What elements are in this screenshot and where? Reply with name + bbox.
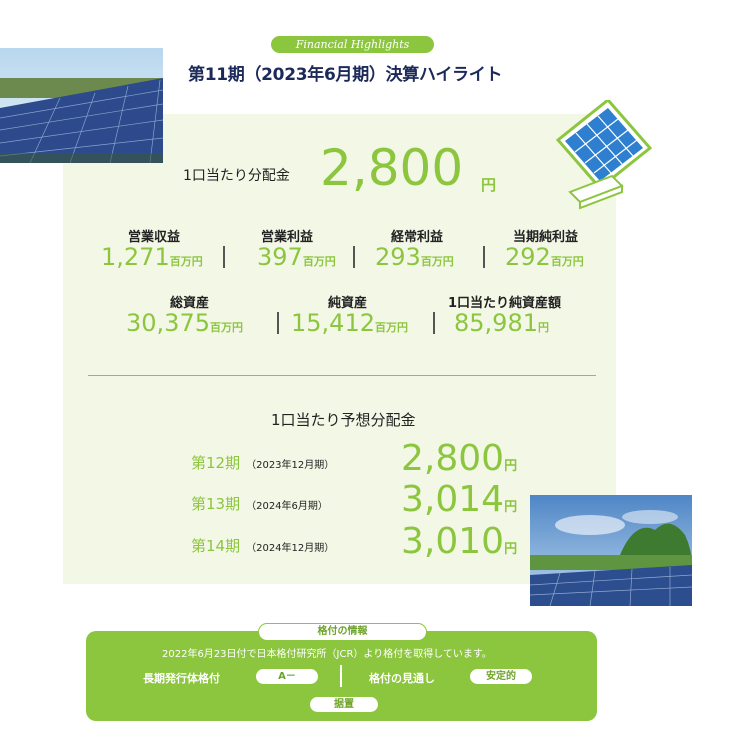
- forecast-period: 第12期: [191, 454, 241, 472]
- forecast-value: 2,800: [401, 438, 505, 479]
- forecast-row-12: 第12期 （2023年12月期）: [191, 452, 334, 473]
- rating-status: 据置: [310, 697, 378, 712]
- metric-value: 293: [375, 243, 421, 271]
- metric-net-income: 292百万円: [505, 243, 584, 271]
- metric-value: 30,375: [126, 309, 210, 337]
- distribution-label: 1口当たり分配金: [183, 168, 290, 184]
- divider: [353, 246, 355, 268]
- financial-highlights-badge: Financial Highlights: [271, 36, 434, 53]
- divider: [433, 312, 435, 334]
- forecast-value: 3,014: [401, 479, 505, 520]
- distribution-value: 2,800: [320, 139, 464, 197]
- forecast-period: 第14期: [191, 537, 241, 555]
- metric-operating-revenue: 1,271百万円: [101, 243, 203, 271]
- forecast-period-sub: （2024年12月期）: [246, 543, 335, 554]
- forecast-value-14: 3,010円: [401, 521, 517, 562]
- forecast-value-12: 2,800円: [401, 438, 517, 479]
- rating-title: 格付の情報: [258, 623, 427, 641]
- forecast-value-13: 3,014円: [401, 479, 517, 520]
- metric-value: 397: [257, 243, 303, 271]
- metric-unit: 百万円: [420, 255, 454, 268]
- metric-net-assets: 15,412百万円: [291, 309, 408, 337]
- outlook-label: 格付の見通し: [369, 672, 435, 685]
- forecast-unit: 円: [504, 459, 518, 474]
- divider: [223, 246, 225, 268]
- page-title: 第11期（2023年6月期）決算ハイライト: [188, 65, 503, 85]
- forecast-unit: 円: [504, 542, 518, 557]
- long-term-rating-value: A－: [256, 669, 318, 684]
- section-divider: [88, 375, 596, 376]
- metric-unit: 円: [537, 321, 549, 334]
- metric-unit: 百万円: [374, 321, 408, 334]
- forecast-period-sub: （2023年12月期）: [246, 460, 335, 471]
- forecast-period: 第13期: [191, 495, 241, 513]
- forecast-period-sub: （2024年6月期）: [246, 501, 328, 512]
- metric-unit: 百万円: [209, 321, 243, 334]
- outlook-value: 安定的: [470, 669, 532, 684]
- divider: [483, 246, 485, 268]
- long-term-rating-label: 長期発行体格付: [143, 672, 220, 685]
- metric-unit: 百万円: [169, 255, 203, 268]
- forecast-value: 3,010: [401, 521, 505, 562]
- distribution-unit: 円: [481, 176, 497, 194]
- rating-divider: [340, 665, 342, 687]
- metric-ordinary-income: 293百万円: [375, 243, 454, 271]
- metric-unit: 百万円: [302, 255, 336, 268]
- metric-value: 1,271: [101, 243, 170, 271]
- metric-nav-per-unit: 85,981円: [454, 309, 549, 337]
- forecast-title: 1口当たり予想分配金: [271, 411, 416, 429]
- forecast-row-14: 第14期 （2024年12月期）: [191, 535, 334, 556]
- solar-field-photo: [530, 495, 692, 606]
- metric-value: 292: [505, 243, 551, 271]
- metric-unit: 百万円: [550, 255, 584, 268]
- metric-operating-income: 397百万円: [257, 243, 336, 271]
- solar-field-photo: [0, 48, 163, 163]
- solar-panel-icon: [520, 97, 660, 210]
- rating-note: 2022年6月23日付で日本格付研究所（JCR）より格付を取得しています。: [162, 649, 492, 660]
- metric-value: 15,412: [291, 309, 375, 337]
- metric-value: 85,981: [454, 309, 538, 337]
- forecast-row-13: 第13期 （2024年6月期）: [191, 493, 328, 514]
- forecast-unit: 円: [504, 500, 518, 515]
- metric-total-assets: 30,375百万円: [126, 309, 243, 337]
- divider: [277, 312, 279, 334]
